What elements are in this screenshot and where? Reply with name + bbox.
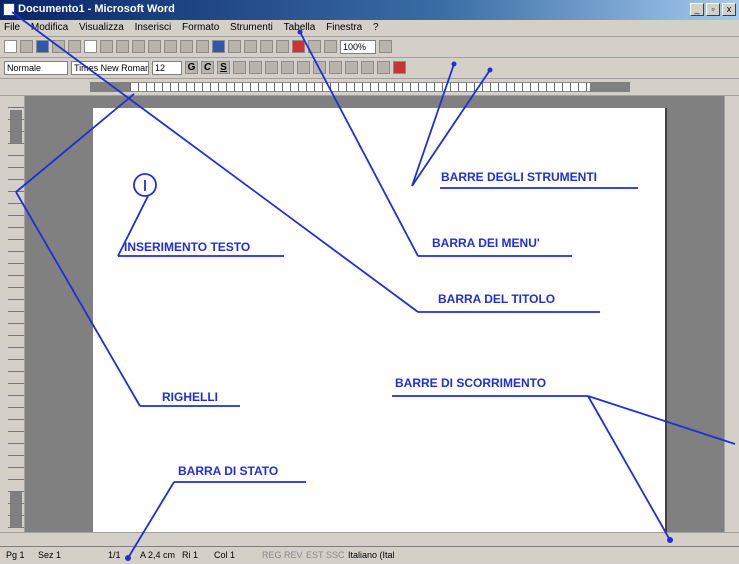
word-app-icon[interactable] <box>3 3 15 16</box>
vertical-ruler[interactable] <box>8 96 25 532</box>
menu-bar: File Modifica Visualizza Inserisci Forma… <box>0 20 739 37</box>
status-pages: 1/1 <box>108 550 121 560</box>
label-barre-scorrimento: BARRE DI SCORRIMENTO <box>395 376 547 390</box>
email-icon[interactable] <box>52 40 65 53</box>
vertical-scrollbar[interactable] <box>724 96 739 532</box>
menu-help[interactable]: ? <box>369 20 383 35</box>
columns-icon[interactable] <box>276 40 289 53</box>
underline-button[interactable]: S <box>217 61 230 74</box>
left-margin-marker[interactable] <box>90 82 130 92</box>
font-size-select[interactable]: 12 <box>152 61 182 75</box>
label-barre-strumenti: BARRE DEGLI STRUMENTI <box>441 170 597 184</box>
paste-icon[interactable] <box>148 40 161 53</box>
help-icon[interactable] <box>379 40 392 53</box>
close-button[interactable]: x <box>722 3 736 16</box>
horizontal-scrollbar[interactable] <box>0 532 739 547</box>
zoom-select[interactable]: 100% <box>340 40 376 54</box>
open-folder-icon[interactable] <box>20 40 33 53</box>
menu-formato[interactable]: Formato <box>178 20 223 35</box>
tables-borders-icon[interactable] <box>228 40 241 53</box>
italic-button[interactable]: C <box>201 61 214 74</box>
borders-icon[interactable] <box>361 61 374 74</box>
status-page: Pg 1 <box>6 550 25 560</box>
status-bar: Pg 1 Sez 1 1/1 A 2,4 cm Ri 1 Col 1 REG R… <box>0 546 739 564</box>
cut-icon[interactable] <box>116 40 129 53</box>
menu-file[interactable]: File <box>0 20 24 35</box>
right-margin-marker[interactable] <box>590 82 630 92</box>
menu-visualizza[interactable]: Visualizza <box>75 20 128 35</box>
status-line: Ri 1 <box>182 550 199 560</box>
font-select[interactable]: Times New Roman <box>71 61 149 75</box>
spelling-icon[interactable] <box>100 40 113 53</box>
top-margin-marker[interactable] <box>10 110 22 144</box>
label-barra-titolo: BARRA DEL TITOLO <box>438 292 556 306</box>
status-section: Sez 1 <box>38 550 62 560</box>
bullets-icon[interactable] <box>313 61 326 74</box>
style-select[interactable]: Normale <box>4 61 68 75</box>
window-title: Documento1 - Microsoft Word <box>18 3 175 15</box>
bottom-margin-marker[interactable] <box>10 492 22 528</box>
ruler-scale <box>90 82 630 92</box>
horizontal-ruler[interactable] <box>0 79 739 96</box>
status-mode-est[interactable]: EST <box>306 550 324 560</box>
numbering-icon[interactable] <box>297 61 310 74</box>
highlight-icon[interactable] <box>377 61 390 74</box>
save-icon[interactable] <box>36 40 49 53</box>
undo-icon[interactable] <box>180 40 193 53</box>
align-center-icon[interactable] <box>249 61 262 74</box>
justify-icon[interactable] <box>281 61 294 74</box>
status-position: A 2,4 cm <box>140 550 176 560</box>
drawing-icon[interactable] <box>292 40 305 53</box>
label-barra-menu: BARRA DEI MENU' <box>432 236 540 250</box>
decrease-indent-icon[interactable] <box>329 61 342 74</box>
print-icon[interactable] <box>68 40 81 53</box>
hyperlink-icon[interactable] <box>212 40 225 53</box>
align-left-icon[interactable] <box>233 61 246 74</box>
insert-excel-icon[interactable] <box>260 40 273 53</box>
redo-icon[interactable] <box>196 40 209 53</box>
label-righelli: RIGHELLI <box>162 390 218 404</box>
status-language: Italiano (Ital <box>348 550 395 560</box>
align-right-icon[interactable] <box>265 61 278 74</box>
format-painter-icon[interactable] <box>164 40 177 53</box>
bold-button[interactable]: G <box>185 61 198 74</box>
label-barra-stato: BARRA DI STATO <box>178 464 279 478</box>
formatting-toolbar: Normale Times New Roman 12 G C S <box>0 58 739 79</box>
print-preview-icon[interactable] <box>84 40 97 53</box>
status-mode-reg[interactable]: REG <box>262 550 282 560</box>
insert-table-icon[interactable] <box>244 40 257 53</box>
maximize-button[interactable]: ▫ <box>706 3 720 16</box>
left-strip <box>0 96 8 532</box>
show-hide-icon[interactable] <box>324 40 337 53</box>
standard-toolbar: 100% <box>0 37 739 58</box>
new-document-icon[interactable] <box>4 40 17 53</box>
menu-strumenti[interactable]: Strumenti <box>226 20 277 35</box>
menu-tabella[interactable]: Tabella <box>280 20 320 35</box>
label-inserimento-testo: INSERIMENTO TESTO <box>124 240 251 254</box>
status-column: Col 1 <box>214 550 236 560</box>
menu-finestra[interactable]: Finestra <box>322 20 366 35</box>
minimize-button[interactable]: _ <box>690 3 704 16</box>
document-map-icon[interactable] <box>308 40 321 53</box>
copy-icon[interactable] <box>132 40 145 53</box>
window-controls: _ ▫ x <box>690 3 736 16</box>
menu-inserisci[interactable]: Inserisci <box>131 20 176 35</box>
status-mode-rev[interactable]: REV <box>284 550 303 560</box>
font-color-icon[interactable] <box>393 61 406 74</box>
menu-modifica[interactable]: Modifica <box>27 20 72 35</box>
status-mode-ssc[interactable]: SSC <box>326 550 345 560</box>
title-bar: Documento1 - Microsoft Word _ ▫ x <box>0 0 739 20</box>
increase-indent-icon[interactable] <box>345 61 358 74</box>
